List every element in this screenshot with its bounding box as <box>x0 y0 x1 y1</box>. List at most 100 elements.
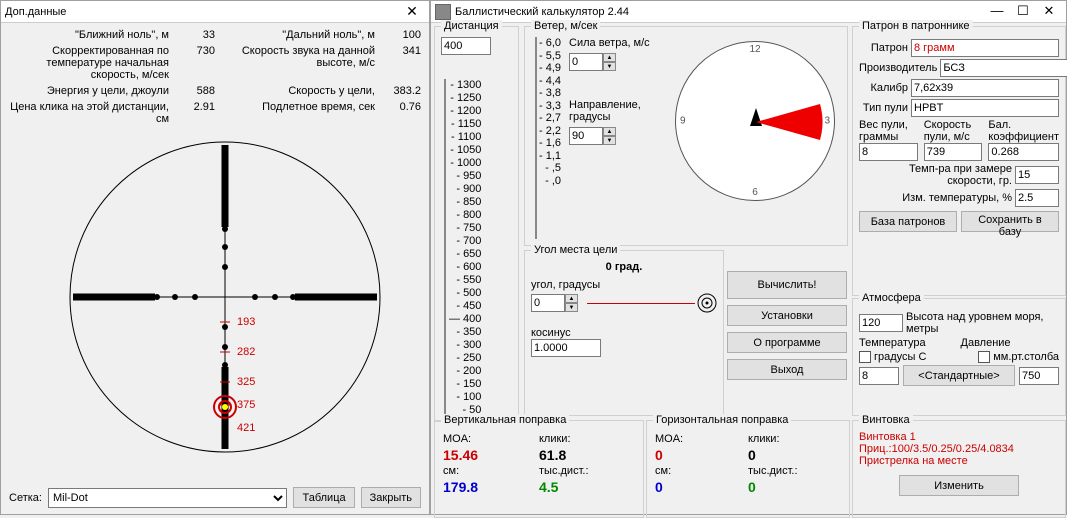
dtemp-input[interactable] <box>1015 189 1059 207</box>
rifle-zero: Пристрелка на месте <box>859 455 1059 467</box>
meas-temp-label: Темп-ра при замере скорости, гр. <box>859 163 1012 187</box>
spin-down-icon[interactable]: ▼ <box>603 136 616 145</box>
bc-input[interactable] <box>988 143 1059 161</box>
wind-dir-input[interactable] <box>569 127 603 145</box>
distance-slider[interactable] <box>441 79 449 419</box>
horiz-cm-label: см: <box>655 465 748 477</box>
wind-dir-label: Направление, градусы <box>569 99 661 123</box>
far-zero-label: "Дальний ноль", м <box>215 29 375 41</box>
distance-group: Дистанция - 1300- 1250- 1200- 1150- 1100… <box>434 26 519 422</box>
cart-input[interactable] <box>911 39 1059 57</box>
altitude-input[interactable] <box>859 314 903 332</box>
sound-speed-label: Скорость звука на данной высоте, м/с <box>215 45 375 81</box>
atm-legend: Атмосфера <box>859 292 924 304</box>
angle-title: 0 град. <box>531 261 717 273</box>
main-title: Баллистический калькулятор 2.44 <box>455 6 984 18</box>
close-main-icon[interactable]: ✕ <box>1036 3 1062 21</box>
wind-strength-input[interactable] <box>569 53 603 71</box>
temp-header: Температура <box>859 337 958 349</box>
grid-select[interactable]: Mil-Dot <box>48 488 288 508</box>
table-button[interactable]: Таблица <box>293 487 354 508</box>
cos-input[interactable] <box>531 339 601 357</box>
weight-label: Вес пули, граммы <box>859 119 918 143</box>
cart-label: Патрон <box>859 42 908 54</box>
grid-label: Сетка: <box>9 492 42 504</box>
bullet-speed-value: 383.2 <box>375 85 421 97</box>
cos-label: косинус <box>531 327 717 339</box>
atmosphere-group: Атмосфера Высота над уровнем моря, метры… <box>852 298 1066 416</box>
distance-input[interactable] <box>441 37 491 55</box>
standard-button[interactable]: <Стандартные> <box>903 365 1015 386</box>
wind-arrow-icon <box>676 42 836 202</box>
caliber-input[interactable] <box>911 79 1059 97</box>
spin-down-icon[interactable]: ▼ <box>603 62 616 71</box>
rifle-legend: Винтовка <box>859 414 913 426</box>
rifle-group: Винтовка Винтовка 1 Приц.:100/3.5/0.25/0… <box>852 420 1066 518</box>
bullet-speed-label: Скорость у цели, <box>215 85 375 97</box>
close-icon[interactable]: ✕ <box>399 3 425 21</box>
corr-speed-value: 730 <box>169 45 215 81</box>
vert-cm-value: 179.8 <box>443 479 539 495</box>
bc-label: Бал. коэффициент <box>988 119 1059 143</box>
angle-legend: Угол места цели <box>531 244 620 256</box>
speed-input[interactable] <box>924 143 983 161</box>
ret-val-2: 325 <box>237 376 255 388</box>
save-cartridge-button[interactable]: Сохранить в базу <box>961 211 1059 232</box>
energy-label: Энергия у цели, джоули <box>9 85 169 97</box>
ret-val-1: 282 <box>237 346 255 358</box>
horiz-clk-value: 0 <box>748 447 841 463</box>
horiz-mil-label: тыс.дист.: <box>748 465 841 477</box>
horiz-moa-label: MOA: <box>655 433 748 445</box>
pres-header: Давление <box>961 337 1060 349</box>
vert-cm-label: см: <box>443 465 539 477</box>
spin-up-icon[interactable]: ▲ <box>603 53 616 62</box>
exit-button[interactable]: Выход <box>727 359 847 380</box>
click-price-value: 2.91 <box>169 101 215 125</box>
close-button[interactable]: Закрыть <box>361 487 421 508</box>
calculate-button[interactable]: Вычислить! <box>727 271 847 299</box>
wind-slider[interactable] <box>531 37 537 239</box>
near-zero-value: 33 <box>169 29 215 41</box>
spin-down-icon[interactable]: ▼ <box>565 303 578 312</box>
cartridge-legend: Патрон в патроннике <box>859 20 973 32</box>
temp-input[interactable] <box>859 367 899 385</box>
sound-speed-value: 341 <box>375 45 421 81</box>
about-button[interactable]: О программе <box>727 332 847 353</box>
caliber-label: Калибр <box>859 82 908 94</box>
corr-speed-label: Скорректированная по температуре начальн… <box>9 45 169 81</box>
action-buttons: Вычислить! Установки О программе Выход <box>727 271 847 380</box>
maker-input[interactable] <box>940 59 1067 77</box>
angle-group: Угол места цели 0 град. угол, градусы ▲▼… <box>524 250 724 416</box>
cartridge-db-button[interactable]: База патронов <box>859 211 957 232</box>
vert-clk-value: 61.8 <box>539 447 635 463</box>
far-zero-value: 100 <box>375 29 421 41</box>
spin-up-icon[interactable]: ▲ <box>565 294 578 303</box>
angle-input[interactable] <box>531 294 565 312</box>
horiz-mil-value: 0 <box>748 479 841 495</box>
wind-scale: - 6,0- 5,5- 4,9- 4,4- 3,8- 3,3- 2,7- 2,2… <box>539 37 561 239</box>
wind-strength-label: Сила ветра, м/с <box>569 37 661 49</box>
settings-button[interactable]: Установки <box>727 305 847 326</box>
horiz-cm-value: 0 <box>655 479 748 495</box>
energy-value: 588 <box>169 85 215 97</box>
ret-val-4: 421 <box>237 422 255 434</box>
pressure-input[interactable] <box>1019 367 1059 385</box>
wind-clock[interactable]: 12 3 6 9 <box>675 41 835 201</box>
horizontal-correction-group: Горизонтальная поправка MOA: клики: 0 0 … <box>646 420 850 518</box>
titlebar: Доп.данные ✕ <box>1 1 429 23</box>
bullet-type-input[interactable] <box>911 99 1059 117</box>
distance-scale: - 1300- 1250- 1200- 1150- 1100- 1050- 10… <box>449 79 485 430</box>
reticle-svg: 193 282 325 375 421 <box>25 137 405 477</box>
speed-label: Скорость пули, м/с <box>924 119 983 143</box>
mmhg-checkbox[interactable]: мм.рт.столба <box>978 351 1059 363</box>
minimize-icon[interactable]: — <box>984 3 1010 21</box>
spin-up-icon[interactable]: ▲ <box>603 127 616 136</box>
angle-slider[interactable] <box>587 303 695 304</box>
weight-input[interactable] <box>859 143 918 161</box>
deg-c-checkbox[interactable]: градусы С <box>859 351 926 363</box>
maximize-icon[interactable]: ☐ <box>1010 3 1036 21</box>
edit-rifle-button[interactable]: Изменить <box>899 475 1019 496</box>
meas-temp-input[interactable] <box>1015 166 1059 184</box>
info-grid: "Ближний ноль", м 33 "Дальний ноль", м 1… <box>1 23 429 131</box>
rifle-params: Приц.:100/3.5/0.25/0.25/4.0834 <box>859 443 1059 455</box>
